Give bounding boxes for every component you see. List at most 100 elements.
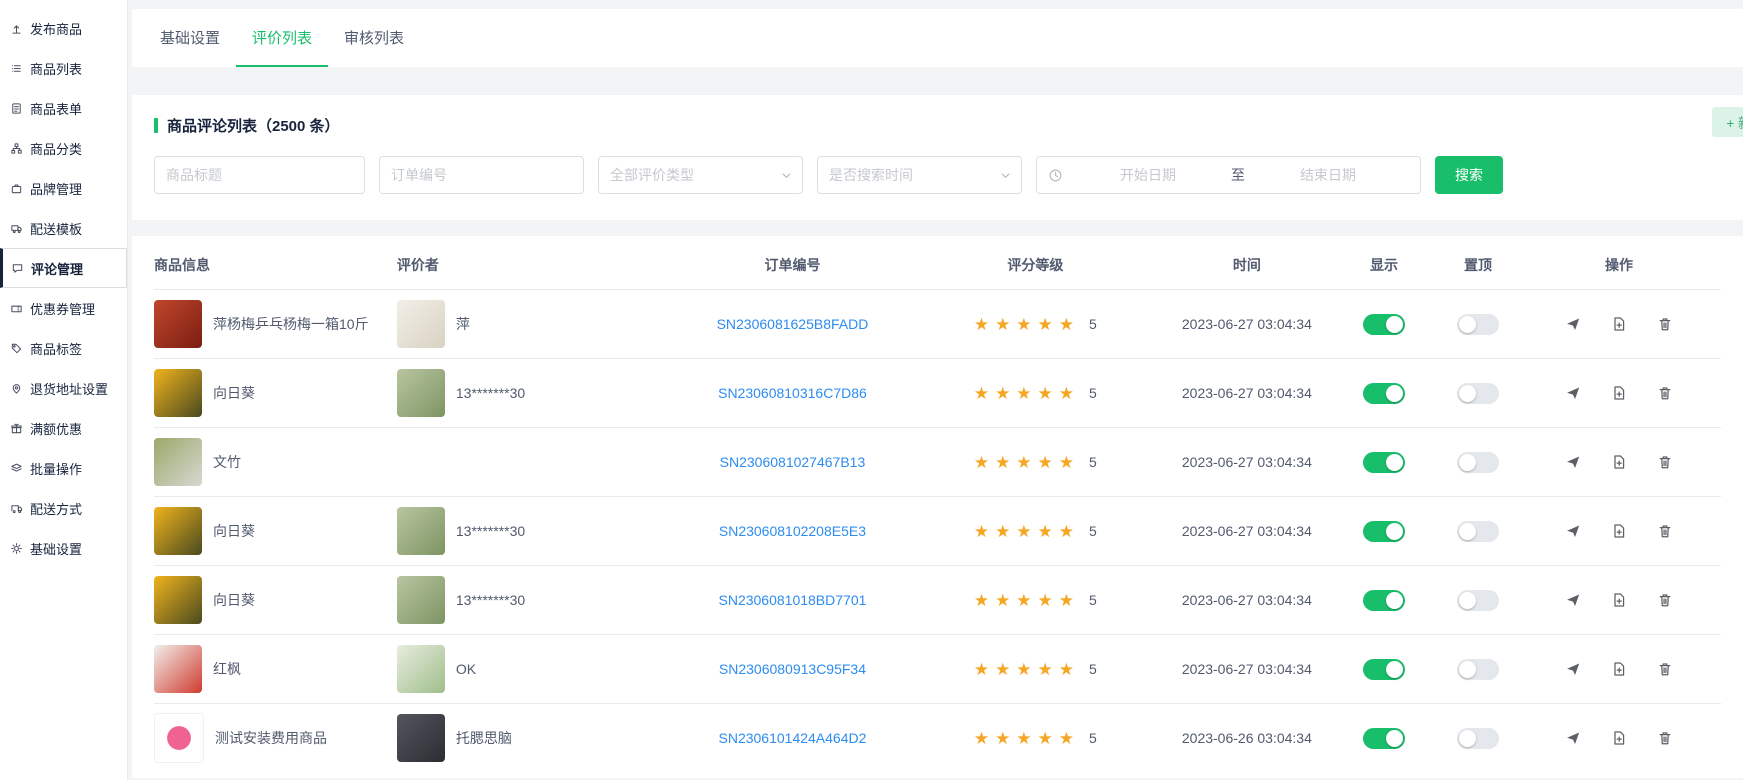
sidebar-item[interactable]: 商品标签 <box>0 328 127 368</box>
show-toggle[interactable] <box>1363 314 1405 335</box>
trash-icon[interactable] <box>1657 316 1673 332</box>
sidebar-item[interactable]: 发布商品 <box>0 8 127 48</box>
search-button[interactable]: 搜索 <box>1435 156 1503 194</box>
top-toggle[interactable] <box>1457 728 1499 749</box>
sidebar-item[interactable]: 商品分类 <box>0 128 127 168</box>
sidebar-item[interactable]: 商品表单 <box>0 88 127 128</box>
file-add-icon[interactable] <box>1611 730 1627 746</box>
send-icon[interactable] <box>1565 385 1581 401</box>
product-image <box>154 645 202 693</box>
sidebar-item-label: 商品表单 <box>30 99 82 118</box>
column-header: 订单编号 <box>671 255 922 275</box>
sidebar-item[interactable]: 满额优惠 <box>0 408 127 448</box>
tab-item[interactable]: 审核列表 <box>328 9 420 67</box>
new-button[interactable]: + 新增 <box>1712 107 1743 137</box>
file-add-icon[interactable] <box>1611 592 1627 608</box>
review-table: 商品信息评价者订单编号评分等级时间显示置顶操作 萍杨梅乒乓杨梅一箱10斤 萍 S… <box>132 236 1743 778</box>
table-row: 红枫 OK SN2306080913C95F34 ★★★★★ 5 2023-06… <box>154 635 1721 704</box>
file-add-icon[interactable] <box>1611 385 1627 401</box>
rating-stars[interactable]: ★★★★★ <box>974 730 1080 747</box>
order-number-link[interactable]: SN2306081018BD7701 <box>719 592 867 608</box>
reviewer-avatar <box>397 714 445 762</box>
clock-icon <box>1048 168 1063 183</box>
top-toggle[interactable] <box>1457 452 1499 473</box>
reviewer-avatar <box>397 576 445 624</box>
show-toggle[interactable] <box>1363 452 1405 473</box>
order-number-link[interactable]: SN2306080913C95F34 <box>719 661 866 677</box>
product-name: 文竹 <box>213 452 241 472</box>
rating-stars[interactable]: ★★★★★ <box>974 316 1080 333</box>
panel-title-text: 商品评论列表（2500 条） <box>167 115 340 136</box>
top-toggle[interactable] <box>1457 521 1499 542</box>
rating-value: 5 <box>1089 523 1097 539</box>
reviewer-name: OK <box>456 661 476 677</box>
trash-icon[interactable] <box>1657 454 1673 470</box>
sidebar-item[interactable]: 商品列表 <box>0 48 127 88</box>
row-actions <box>1533 592 1713 608</box>
top-toggle[interactable] <box>1457 314 1499 335</box>
top-toggle[interactable] <box>1457 590 1499 611</box>
sidebar-item[interactable]: 评论管理 <box>0 248 127 288</box>
show-toggle[interactable] <box>1363 383 1405 404</box>
show-toggle[interactable] <box>1363 728 1405 749</box>
rating-value: 5 <box>1089 385 1097 401</box>
table-row: 向日葵 13*******30 SN2306081018BD7701 ★★★★★… <box>154 566 1721 635</box>
trash-icon[interactable] <box>1657 592 1673 608</box>
app-root: 发布商品商品列表商品表单商品分类品牌管理配送模板评论管理优惠券管理商品标签退货地… <box>0 0 1743 780</box>
rating-stars[interactable]: ★★★★★ <box>974 454 1080 471</box>
product-image <box>154 507 202 555</box>
top-toggle[interactable] <box>1457 383 1499 404</box>
sidebar-item[interactable]: 批量操作 <box>0 448 127 488</box>
tab-item[interactable]: 评价列表 <box>236 9 328 67</box>
top-toggle[interactable] <box>1457 659 1499 680</box>
order-number-link[interactable]: SN230608102208E5E3 <box>719 523 866 539</box>
tab-bar: 基础设置评价列表审核列表 <box>132 9 1743 67</box>
trash-icon[interactable] <box>1657 730 1673 746</box>
order-number-link[interactable]: SN2306081027467B13 <box>720 454 866 470</box>
tab-item[interactable]: 基础设置 <box>144 9 236 67</box>
rating-stars[interactable]: ★★★★★ <box>974 592 1080 609</box>
send-icon[interactable] <box>1565 592 1581 608</box>
sidebar-item[interactable]: 退货地址设置 <box>0 368 127 408</box>
sidebar-item-label: 基础设置 <box>30 539 82 558</box>
file-add-icon[interactable] <box>1611 316 1627 332</box>
show-toggle[interactable] <box>1363 659 1405 680</box>
review-type-select[interactable]: 全部评价类型 <box>598 156 803 194</box>
trash-icon[interactable] <box>1657 523 1673 539</box>
filter-panel: 商品评论列表（2500 条） + 新增 全部评价类型 是否搜索时间 <box>132 95 1743 220</box>
sidebar-item[interactable]: 基础设置 <box>0 528 127 568</box>
rating-value: 5 <box>1089 592 1097 608</box>
sidebar: 发布商品商品列表商品表单商品分类品牌管理配送模板评论管理优惠券管理商品标签退货地… <box>0 0 128 780</box>
sidebar-item[interactable]: 配送方式 <box>0 488 127 528</box>
send-icon[interactable] <box>1565 730 1581 746</box>
send-icon[interactable] <box>1565 316 1581 332</box>
show-cell <box>1345 314 1431 335</box>
trash-icon[interactable] <box>1657 661 1673 677</box>
file-add-icon[interactable] <box>1611 454 1627 470</box>
rating-value: 5 <box>1089 661 1097 677</box>
send-icon[interactable] <box>1565 661 1581 677</box>
sidebar-item[interactable]: 配送模板 <box>0 208 127 248</box>
date-range-picker[interactable]: 开始日期 至 结束日期 <box>1036 156 1421 194</box>
send-icon[interactable] <box>1565 454 1581 470</box>
settings-icon <box>10 542 23 555</box>
rating-stars[interactable]: ★★★★★ <box>974 661 1080 678</box>
sidebar-item[interactable]: 优惠券管理 <box>0 288 127 328</box>
order-number-link[interactable]: SN23060810316C7D86 <box>718 385 867 401</box>
trash-icon[interactable] <box>1657 385 1673 401</box>
send-icon[interactable] <box>1565 523 1581 539</box>
file-add-icon[interactable] <box>1611 523 1627 539</box>
product-title-input[interactable] <box>154 156 365 194</box>
rating-stars[interactable]: ★★★★★ <box>974 523 1080 540</box>
file-add-icon[interactable] <box>1611 661 1627 677</box>
time-search-select[interactable]: 是否搜索时间 <box>817 156 1022 194</box>
row-actions <box>1533 385 1713 401</box>
sidebar-item[interactable]: 品牌管理 <box>0 168 127 208</box>
order-number-link[interactable]: SN2306081625B8FADD <box>717 316 869 332</box>
order-number-link[interactable]: SN2306101424A464D2 <box>719 730 867 746</box>
show-toggle[interactable] <box>1363 590 1405 611</box>
order-no-input[interactable] <box>379 156 584 194</box>
show-toggle[interactable] <box>1363 521 1405 542</box>
rating-stars[interactable]: ★★★★★ <box>974 385 1080 402</box>
review-time: 2023-06-27 03:04:34 <box>1157 454 1345 470</box>
